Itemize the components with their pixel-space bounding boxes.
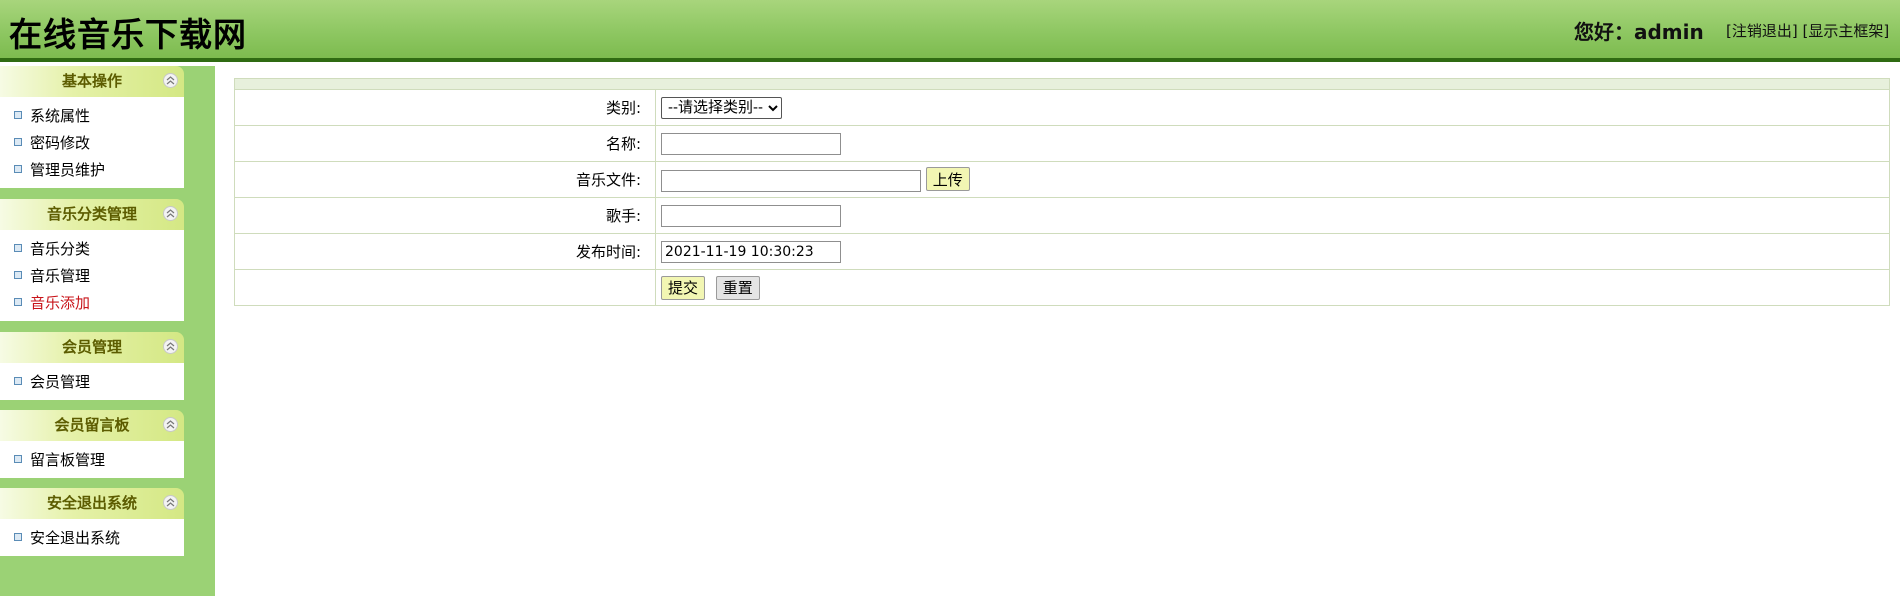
sidebar-group-title: 音乐分类管理 — [46, 205, 137, 223]
sidebar-group-message-board: 会员留言板 留言板管理 — [0, 410, 184, 478]
category-select[interactable]: --请选择类别-- — [661, 96, 782, 119]
form-row-music-file: 音乐文件: 上传 — [234, 161, 1890, 198]
sidebar-group-header[interactable]: 会员留言板 — [0, 410, 184, 441]
double-chevron-up-icon[interactable] — [163, 73, 178, 88]
square-bullet-icon — [14, 454, 22, 463]
sidebar-item-music-category[interactable]: 音乐分类 — [0, 236, 184, 263]
music-file-label: 音乐文件: — [234, 161, 656, 198]
logout-link[interactable]: [注销退出] — [1726, 22, 1798, 40]
sidebar-group-header[interactable]: 安全退出系统 — [0, 488, 184, 519]
square-bullet-icon — [14, 110, 22, 119]
page-header: 在线音乐下载网 您好：admin [注销退出] [显示主框架] — [0, 0, 1900, 62]
site-title: 在线音乐下载网 — [9, 15, 247, 54]
sidebar-group-title: 会员管理 — [61, 338, 122, 356]
sidebar-group-title: 基本操作 — [61, 72, 122, 90]
sidebar-group-music-category: 音乐分类管理 音乐分类 音乐管理 音乐添加 — [0, 199, 184, 321]
double-chevron-up-icon[interactable] — [163, 495, 178, 510]
double-chevron-up-icon[interactable] — [163, 417, 178, 432]
sidebar-item-change-password[interactable]: 密码修改 — [0, 130, 184, 157]
sidebar-item-safe-logout[interactable]: 安全退出系统 — [0, 525, 184, 552]
publish-time-label: 发布时间: — [234, 233, 656, 270]
sidebar-group-member: 会员管理 会员管理 — [0, 332, 184, 400]
music-file-input[interactable] — [661, 169, 921, 192]
sidebar-item-music-management[interactable]: 音乐管理 — [0, 263, 184, 290]
square-bullet-icon — [14, 297, 22, 306]
sidebar-item-system-properties[interactable]: 系统属性 — [0, 103, 184, 130]
sidebar-item-music-add[interactable]: 音乐添加 — [0, 290, 184, 317]
submit-button[interactable]: 提交 — [661, 275, 706, 300]
upload-button[interactable]: 上传 — [925, 167, 970, 192]
form-row-category: 类别: --请选择类别-- — [234, 89, 1890, 126]
sidebar-group-logout: 安全退出系统 安全退出系统 — [0, 488, 184, 556]
header-links: [注销退出] [显示主框架] — [1726, 20, 1889, 41]
form-row-actions: 提交 重置 — [234, 269, 1890, 306]
form-row-singer: 歌手: — [234, 197, 1890, 234]
singer-input[interactable] — [661, 204, 841, 227]
sidebar-group-basic: 基本操作 系统属性 密码修改 管理员维护 — [0, 66, 184, 188]
form-header-bar — [234, 78, 1890, 89]
sidebar-group-header[interactable]: 基本操作 — [0, 66, 184, 97]
double-chevron-up-icon[interactable] — [163, 339, 178, 354]
name-input[interactable] — [661, 132, 841, 155]
sidebar-group-header[interactable]: 会员管理 — [0, 332, 184, 363]
main-content: 类别: --请选择类别-- 名称: 音乐文件: 上传 歌手: 发布时间: 202… — [234, 78, 1890, 306]
square-bullet-icon — [14, 164, 22, 173]
show-main-frame-link[interactable]: [显示主框架] — [1803, 22, 1890, 40]
sidebar-group-body: 音乐分类 音乐管理 音乐添加 — [0, 230, 184, 321]
form-row-name: 名称: — [234, 125, 1890, 162]
form-row-publish-time: 发布时间: — [234, 233, 1890, 270]
square-bullet-icon — [14, 243, 22, 252]
sidebar-group-body: 安全退出系统 — [0, 519, 184, 556]
sidebar-group-body: 留言板管理 — [0, 441, 184, 478]
name-label: 名称: — [234, 125, 656, 162]
music-add-form: 类别: --请选择类别-- 名称: 音乐文件: 上传 歌手: 发布时间: 202… — [234, 89, 1890, 306]
double-chevron-up-icon[interactable] — [163, 206, 178, 221]
publish-time-input[interactable] — [661, 240, 841, 263]
sidebar-group-title: 安全退出系统 — [46, 494, 137, 512]
square-bullet-icon — [14, 137, 22, 146]
square-bullet-icon — [14, 532, 22, 541]
square-bullet-icon — [14, 376, 22, 385]
square-bullet-icon — [14, 270, 22, 279]
sidebar-item-message-board-management[interactable]: 留言板管理 — [0, 447, 184, 474]
sidebar: 基本操作 系统属性 密码修改 管理员维护 音乐分类管理 音乐分类 音乐管理 音乐… — [0, 66, 215, 596]
sidebar-group-body: 会员管理 — [0, 363, 184, 400]
greeting-text: 您好：admin — [1574, 20, 1704, 44]
sidebar-item-member-management[interactable]: 会员管理 — [0, 369, 184, 396]
sidebar-group-header[interactable]: 音乐分类管理 — [0, 199, 184, 230]
reset-button[interactable]: 重置 — [715, 275, 760, 300]
sidebar-group-title: 会员留言板 — [54, 416, 130, 434]
singer-label: 歌手: — [234, 197, 656, 234]
sidebar-group-body: 系统属性 密码修改 管理员维护 — [0, 97, 184, 188]
sidebar-item-admin-maintenance[interactable]: 管理员维护 — [0, 157, 184, 184]
category-label: 类别: — [234, 89, 656, 126]
